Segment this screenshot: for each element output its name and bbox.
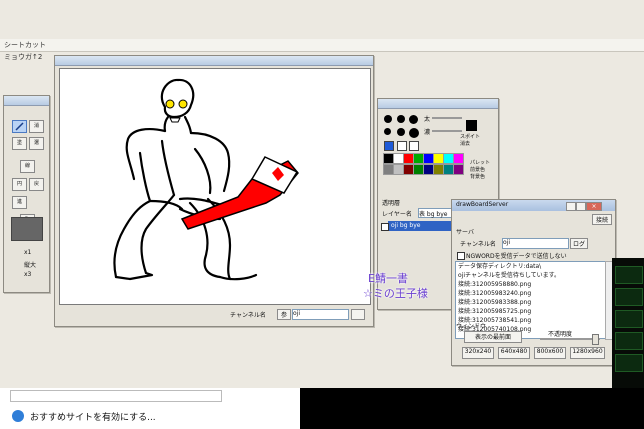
fg-label: 前景色 xyxy=(470,167,486,173)
layer-visible-checkbox[interactable] xyxy=(381,223,389,231)
size-label: 太 xyxy=(424,116,431,123)
pen-tool[interactable] xyxy=(12,120,27,133)
brush-size-1[interactable] xyxy=(384,115,392,123)
palette-swatch[interactable] xyxy=(453,153,464,164)
tool-panel-titlebar[interactable] xyxy=(4,96,49,106)
palette-swatch[interactable] xyxy=(453,164,464,175)
density-label: 濃 xyxy=(424,129,431,136)
ngword-checkbox[interactable] xyxy=(457,252,465,260)
size-800-button[interactable]: 800x600 xyxy=(534,347,566,359)
mode-btn-1[interactable] xyxy=(384,141,394,151)
brush-size-2[interactable] xyxy=(397,115,405,123)
suggest-link[interactable]: おすすめサイトを有効にする... xyxy=(30,410,156,423)
zoom-fit[interactable]: 縦大 xyxy=(24,260,36,269)
size-1280-button[interactable]: 1280x960 xyxy=(570,347,605,359)
zoom-x3[interactable]: x3 xyxy=(24,271,31,278)
minimize-button[interactable] xyxy=(566,202,576,211)
thumbnail[interactable] xyxy=(615,354,643,372)
overlay-line-2: ☆ミの王子様 xyxy=(363,287,428,300)
opacity-label: 不透明度 xyxy=(548,331,573,338)
undo-tool[interactable]: 戻 xyxy=(29,178,44,191)
canvas-titlebar[interactable] xyxy=(55,56,373,66)
current-color-swatch[interactable] xyxy=(11,217,43,241)
brush-size-4[interactable] xyxy=(384,128,391,135)
thumbnail[interactable] xyxy=(615,266,643,284)
server-section: サーバ xyxy=(456,229,474,236)
channel-input[interactable]: oji xyxy=(292,309,349,320)
palette-label: パレット xyxy=(470,160,491,166)
mode-btn-2[interactable] xyxy=(397,141,407,151)
line-tool[interactable]: 線 xyxy=(20,160,35,173)
channel-go-button[interactable] xyxy=(351,309,365,320)
log-line: 接続:312005983240.png xyxy=(458,290,532,297)
size-640-button[interactable]: 640x480 xyxy=(498,347,530,359)
layer-row[interactable]: oji bg bye xyxy=(388,221,451,231)
server-title: drawBoardServer xyxy=(456,201,509,208)
channel-name-label: チャンネル名 xyxy=(460,241,496,248)
tool-panel: 消 塗 選 線 円 戻 進 取 x1 縦大 x3 xyxy=(3,95,50,293)
palette-titlebar[interactable] xyxy=(378,99,498,109)
log-line: 接続:312005958880.png xyxy=(458,281,532,288)
drawing xyxy=(113,78,299,281)
size-320-button[interactable]: 320x240 xyxy=(462,347,494,359)
menu-item[interactable]: ミョウガ↑2 xyxy=(4,52,42,62)
size-slider[interactable] xyxy=(432,117,462,119)
circle-tool[interactable]: 円 xyxy=(12,178,27,191)
thumbnail[interactable] xyxy=(615,288,643,306)
log-line: データ保存ディレクトリ:data\ xyxy=(458,263,542,270)
layer-name-label: レイヤー名 xyxy=(382,211,412,218)
erase-label: 消去 xyxy=(460,141,471,147)
spoit-label: スポイト xyxy=(460,134,481,140)
eraser-tool[interactable]: 消 xyxy=(29,120,44,133)
density-slider[interactable] xyxy=(432,130,462,132)
browser-fragment: おすすめサイトを有効にする... xyxy=(0,388,300,429)
thumbnail[interactable] xyxy=(615,310,643,328)
channel-label: チャンネル名 xyxy=(230,312,266,319)
brush-size-6[interactable] xyxy=(409,128,419,138)
fill-tool[interactable]: 塗 xyxy=(12,137,27,150)
connect-button[interactable]: 接続 xyxy=(592,214,612,225)
show-topmost-button[interactable]: 表示の最前面 xyxy=(464,331,522,343)
canvas-window: チャンネル名 参 oji xyxy=(54,55,374,327)
ngword-label: NGWORDを受信データで送信しない xyxy=(466,253,567,260)
redo-tool[interactable]: 進 xyxy=(12,196,27,209)
opacity-slider-thumb[interactable] xyxy=(592,334,599,345)
overlay-line-1: E鯖一書 xyxy=(368,272,408,285)
close-icon: × xyxy=(591,203,597,210)
server-window: drawBoardServer × 接続 サーバ チャンネル名 oji ログ N… xyxy=(451,199,616,366)
address-bar[interactable] xyxy=(10,390,222,402)
ie-icon xyxy=(12,410,24,422)
log-button[interactable]: ログ xyxy=(570,238,588,249)
thumbnail-strip xyxy=(612,258,644,388)
log-line: 接続:312005983388.png xyxy=(458,299,532,306)
channel-button[interactable]: 参 xyxy=(277,309,291,320)
layer-mode[interactable]: 表 bg bye xyxy=(418,208,452,218)
channel-name-input[interactable]: oji xyxy=(502,238,569,249)
app-title: シートカット xyxy=(4,41,46,49)
color-palette-grid xyxy=(383,153,464,189)
drawing-canvas[interactable] xyxy=(59,68,371,305)
layer-title: 透明層 xyxy=(382,200,401,207)
bg-label: 背景色 xyxy=(470,174,486,180)
window-section: ウィンドウ xyxy=(456,323,487,330)
app-title-bar: シートカット xyxy=(0,39,644,52)
opacity-slider[interactable] xyxy=(540,338,600,340)
thumbnail[interactable] xyxy=(615,332,643,350)
mode-btn-3[interactable] xyxy=(409,141,419,151)
zoom-x1[interactable]: x1 xyxy=(24,249,31,256)
brush-size-5[interactable] xyxy=(397,128,405,136)
brush-size-3[interactable] xyxy=(409,115,418,124)
pen-icon xyxy=(15,122,24,131)
close-button[interactable]: × xyxy=(586,202,602,211)
select-tool[interactable]: 選 xyxy=(29,137,44,150)
log-line: 接続:312005985725.png xyxy=(458,308,532,315)
maximize-button[interactable] xyxy=(576,202,586,211)
log-line: ojiチャンネルを受信待ちしています。 xyxy=(458,272,561,279)
foreground-swatch[interactable] xyxy=(466,120,477,131)
